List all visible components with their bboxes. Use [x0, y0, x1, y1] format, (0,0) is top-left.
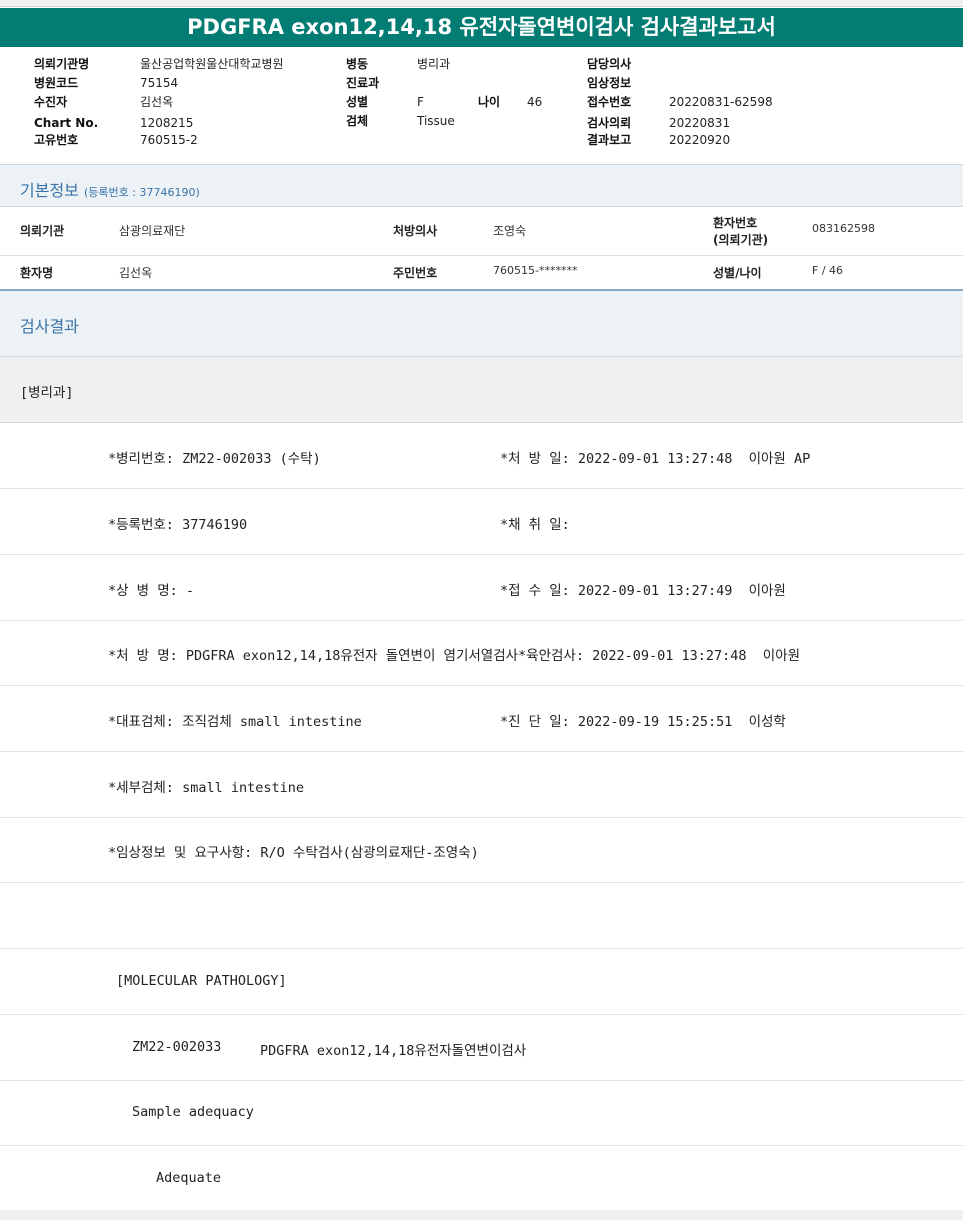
rrn-value: 760515-*******: [493, 264, 578, 277]
basic-info-title-text: 기본정보: [20, 181, 79, 200]
patient-no-label-sub: (의뢰기관): [713, 233, 769, 247]
sex-label: 성별: [346, 95, 369, 109]
result-line: [MOLECULAR PATHOLOGY]: [0, 949, 963, 1015]
result-line: *등록번호: 37746190 *채 취 일:: [0, 489, 963, 555]
institution-value: 울산공업학원울산대학교병원: [140, 57, 284, 71]
result-line-left: *세부검체: small intestine: [108, 780, 304, 796]
sex-age-value: F / 46: [812, 264, 844, 277]
result-line: *병리번호: ZM22-002033 (수탁) *처 방 일: 2022-09-…: [0, 423, 963, 489]
age-label: 나이: [478, 95, 501, 109]
patient-name-label: 환자명: [20, 266, 54, 280]
result-line: *세부검체: small intestine: [0, 752, 963, 818]
institution-label: 의뢰기관명: [34, 57, 90, 71]
receipt-no-label: 접수번호: [587, 95, 632, 109]
recipient-label: 수진자: [34, 95, 68, 109]
sample-adequacy-label: Sample adequacy: [132, 1104, 254, 1120]
sex-value: F: [417, 95, 424, 109]
report-date-value: 20220920: [669, 133, 731, 147]
result-line: *임상정보 및 요구사항: R/O 수탁검사(삼광의료재단-조영숙): [0, 817, 963, 883]
dept-label: [병리과]: [20, 385, 74, 401]
molecular-pathology-test: PDGFRA exon12,14,18유전자돌연변이검사: [260, 1043, 527, 1059]
report-header: 의뢰기관명 울산공업학원울산대학교병원 병원코드 75154 수진자 김선옥 C…: [0, 48, 963, 164]
result-line-left: *임상정보 및 요구사항: R/O 수탁검사(삼광의료재단-조영숙): [108, 845, 479, 861]
result-line-right: *진 단 일: 2022-09-19 15:25:51 이성학: [500, 714, 786, 730]
result-line: ZM22-002033 PDGFRA exon12,14,18유전자돌연변이검사: [0, 1015, 963, 1081]
ward-label: 병동: [346, 57, 369, 71]
chart-no-label: Chart No.: [34, 116, 99, 130]
unique-no-label: 고유번호: [34, 133, 79, 147]
result-line: Sample adequacy: [0, 1080, 963, 1146]
patient-no-value: 083162598: [812, 222, 875, 235]
report-title: PDGFRA exon12,14,18 유전자돌연변이검사 검사결과보고서: [0, 8, 963, 47]
chart-no-value: 1208215: [140, 116, 194, 130]
rrn-label: 주민번호: [393, 266, 438, 280]
results-header: 검사결과: [0, 291, 963, 357]
result-line-left: *등록번호: 37746190: [108, 517, 248, 533]
specimen-label: 검체: [346, 114, 369, 128]
basic-info-header: 기본정보 (등록번호 : 37746190): [0, 164, 963, 207]
specimen-value: Tissue: [417, 114, 455, 128]
request-date-label: 검사의뢰: [587, 116, 632, 130]
basic-info-title: 기본정보 (등록번호 : 37746190): [20, 177, 200, 201]
requesting-inst-label: 의뢰기관: [20, 224, 65, 238]
sample-adequacy-value: Adequate: [156, 1170, 222, 1186]
registration-no-subtitle: (등록번호 : 37746190): [83, 186, 200, 199]
patient-no-label: 환자번호: [713, 216, 758, 230]
request-date-value: 20220831: [669, 116, 731, 130]
prescribing-doctor-label: 처방의사: [393, 224, 438, 238]
basic-info-row-2: 환자명 김선옥 주민번호 760515-******* 성별/나이 F / 46: [0, 256, 963, 289]
basic-info-row-1: 의뢰기관 삼광의료재단 처방의사 조영숙 환자번호 (의뢰기관) 0831625…: [0, 206, 963, 256]
recipient-value: 김선옥: [140, 95, 174, 109]
result-line-right: *채 취 일:: [500, 517, 570, 533]
result-line: *처 방 명: PDGFRA exon12,14,18유전자 돌연변이 염기서열…: [0, 620, 963, 686]
result-line-right: *처 방 일: 2022-09-01 13:27:48 이아원 AP: [500, 451, 811, 467]
molecular-pathology-title: [MOLECULAR PATHOLOGY]: [116, 973, 287, 989]
requesting-inst-value: 삼광의료재단: [119, 224, 186, 238]
result-line-blank: [0, 883, 963, 949]
hospital-code-value: 75154: [140, 76, 179, 90]
hospital-code-label: 병원코드: [34, 76, 79, 90]
molecular-pathology-id: ZM22-002033: [132, 1039, 222, 1055]
prescribing-doctor-value: 조영숙: [493, 224, 527, 238]
result-line-left: *대표검체: 조직검체 small intestine: [108, 714, 362, 730]
patient-name-value: 김선옥: [119, 266, 153, 280]
result-line-left: *병리번호: ZM22-002033 (수탁): [108, 451, 321, 467]
ward-value: 병리과: [417, 57, 451, 71]
results-title: 검사결과: [20, 317, 79, 336]
bottom-strip: [0, 1210, 963, 1220]
sex-age-label: 성별/나이: [713, 266, 762, 280]
age-value: 46: [527, 95, 543, 109]
result-line: *상 병 명: - *접 수 일: 2022-09-01 13:27:49 이아…: [0, 555, 963, 621]
dept-label: 진료과: [346, 76, 380, 90]
result-line-right: *접 수 일: 2022-09-01 13:27:49 이아원: [500, 583, 786, 599]
result-line: Adequate: [0, 1146, 963, 1211]
unique-no-value: 760515-2: [140, 133, 198, 147]
dept-band: [병리과]: [0, 357, 963, 423]
receipt-no-value: 20220831-62598: [669, 95, 773, 109]
result-line-left: *상 병 명: -: [108, 583, 195, 599]
top-border: [0, 0, 963, 7]
result-line: *대표검체: 조직검체 small intestine *진 단 일: 2022…: [0, 686, 963, 752]
report-date-label: 결과보고: [587, 133, 632, 147]
doctor-label: 담당의사: [587, 57, 632, 71]
result-line-left: *처 방 명: PDGFRA exon12,14,18유전자 돌연변이 염기서열…: [108, 648, 801, 664]
clinical-info-label: 임상정보: [587, 76, 632, 90]
